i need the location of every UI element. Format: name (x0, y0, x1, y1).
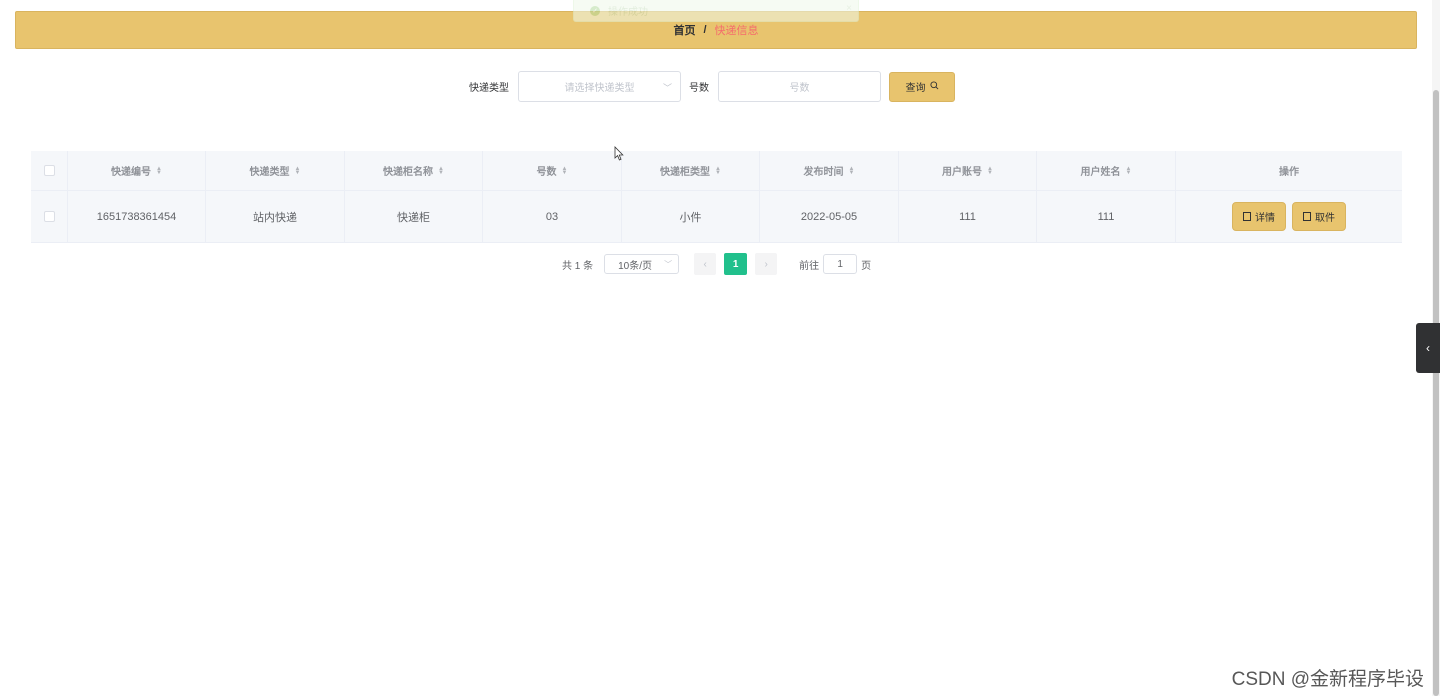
sort-icon[interactable]: ▲ ▼ (849, 166, 855, 176)
search-icon (929, 80, 939, 93)
page-size-select[interactable]: 10条/页 ﹀ (604, 254, 680, 274)
sort-icon[interactable]: ▲ ▼ (562, 166, 568, 176)
sort-icon[interactable]: ▲ ▼ (1126, 166, 1132, 176)
checkbox[interactable] (43, 165, 55, 176)
chevron-left-icon: ‹ (1426, 341, 1430, 355)
table-cell: 111 (899, 191, 1037, 242)
query-button-label: 查询 (905, 83, 926, 94)
type-select[interactable]: 请选择快递类型 ﹀ (518, 71, 681, 102)
chevron-down-icon: ﹀ (664, 260, 673, 269)
column-title: 号数 (536, 167, 557, 178)
column-title: 快递编号 (111, 167, 152, 178)
detail-button-label: 详情 (1255, 213, 1275, 224)
scrollbar-thumb[interactable] (1433, 90, 1439, 696)
breadcrumb-separator: / (703, 24, 707, 36)
search-form: 快递类型 请选择快递类型 ﹀ 号数 号数 查询 (469, 71, 955, 102)
actions-cell: 详情 取件 (1176, 191, 1402, 242)
number-label: 号数 (689, 83, 709, 94)
goto-label: 前往 (799, 260, 820, 272)
row-select[interactable] (31, 191, 68, 242)
sort-icon[interactable]: ▲ ▼ (987, 166, 993, 176)
goto-page-input[interactable]: 1 (823, 254, 858, 274)
sort-icon[interactable]: ▲ ▼ (295, 166, 301, 176)
pickup-button-label: 取件 (1315, 213, 1335, 224)
table-cell: 03 (483, 191, 622, 242)
document-icon (1303, 212, 1311, 221)
table-cell: 站内快递 (206, 191, 345, 242)
type-label: 快递类型 (469, 83, 509, 94)
column-title: 操作 (1279, 167, 1299, 178)
next-page-button[interactable]: › (755, 253, 778, 275)
header-cell[interactable]: 号数 ▲ ▼ (483, 151, 622, 190)
column-title: 快递类型 (249, 167, 290, 178)
column-title: 快递柜类型 (660, 167, 711, 178)
column-title: 发布时间 (803, 167, 844, 178)
breadcrumb-current: 快递信息 (714, 25, 759, 37)
header-cell[interactable]: 快递编号 ▲ ▼ (68, 151, 206, 190)
table-header: 快递编号 ▲ ▼ 快递类型 ▲ ▼ 快递柜名称 ▲ ▼ 号数 ▲ ▼ 快递柜类型 ▲ ▼ 发布时间 ▲… (31, 151, 1402, 191)
sort-icon[interactable]: ▲ ▼ (715, 166, 721, 176)
page-size-value: 10条/页 (618, 260, 653, 272)
header-cell[interactable]: 用户账号 ▲ ▼ (899, 151, 1037, 190)
table-cell: 111 (1037, 191, 1176, 242)
pagination: 共 1 条 10条/页 ﹀ ‹ 1 › 前往 1 页 (562, 253, 871, 275)
table-cell: 小件 (622, 191, 760, 242)
number-input[interactable]: 号数 (718, 71, 881, 102)
close-icon[interactable]: × (846, 3, 852, 14)
goto-suffix: 页 (861, 260, 872, 272)
number-input-placeholder: 号数 (789, 83, 810, 94)
header-cell[interactable]: 用户姓名 ▲ ▼ (1037, 151, 1176, 190)
column-title: 快递柜名称 (383, 167, 434, 178)
column-title: 用户账号 (942, 167, 983, 178)
table-cell: 2022-05-05 (760, 191, 899, 242)
page-number-active[interactable]: 1 (724, 253, 748, 275)
header-cell[interactable]: 快递柜类型 ▲ ▼ (622, 151, 760, 190)
document-icon (1243, 212, 1251, 221)
column-title: 用户姓名 (1080, 167, 1121, 178)
table-cell: 快递柜 (345, 191, 483, 242)
detail-button[interactable]: 详情 (1232, 202, 1286, 231)
sort-icon[interactable]: ▲ ▼ (156, 166, 162, 176)
table-cell: 1651738361454 (68, 191, 206, 242)
chevron-down-icon: ﹀ (662, 83, 672, 93)
express-table: 快递编号 ▲ ▼ 快递类型 ▲ ▼ 快递柜名称 ▲ ▼ 号数 ▲ ▼ 快递柜类型 ▲ ▼ 发布时间 ▲… (31, 151, 1402, 243)
header-select-all[interactable] (31, 151, 68, 190)
pagination-total: 共 1 条 (562, 260, 594, 272)
header-cell[interactable]: 发布时间 ▲ ▼ (760, 151, 899, 190)
success-toast: ✓ 操作成功 × (573, 0, 859, 22)
query-button[interactable]: 查询 (889, 71, 955, 102)
header-cell-actions: 操作 (1176, 151, 1402, 190)
mouse-cursor-icon (614, 146, 624, 161)
type-select-placeholder: 请选择快递类型 (564, 83, 635, 94)
side-panel-toggle[interactable]: ‹ (1416, 323, 1440, 373)
prev-page-button[interactable]: ‹ (694, 253, 717, 275)
table-row: 1651738361454 站内快递 快递柜 03 小件 2022-05-05 … (31, 191, 1402, 243)
watermark: CSDN @金新程序毕设 (1231, 669, 1424, 690)
checkbox[interactable] (43, 211, 55, 222)
toast-message: 操作成功 (608, 7, 648, 18)
pickup-button[interactable]: 取件 (1292, 202, 1346, 231)
sort-icon[interactable]: ▲ ▼ (438, 166, 444, 176)
header-cell[interactable]: 快递类型 ▲ ▼ (206, 151, 345, 190)
breadcrumb-home[interactable]: 首页 (673, 22, 695, 38)
header-cell[interactable]: 快递柜名称 ▲ ▼ (345, 151, 483, 190)
check-circle-icon: ✓ (590, 5, 600, 16)
